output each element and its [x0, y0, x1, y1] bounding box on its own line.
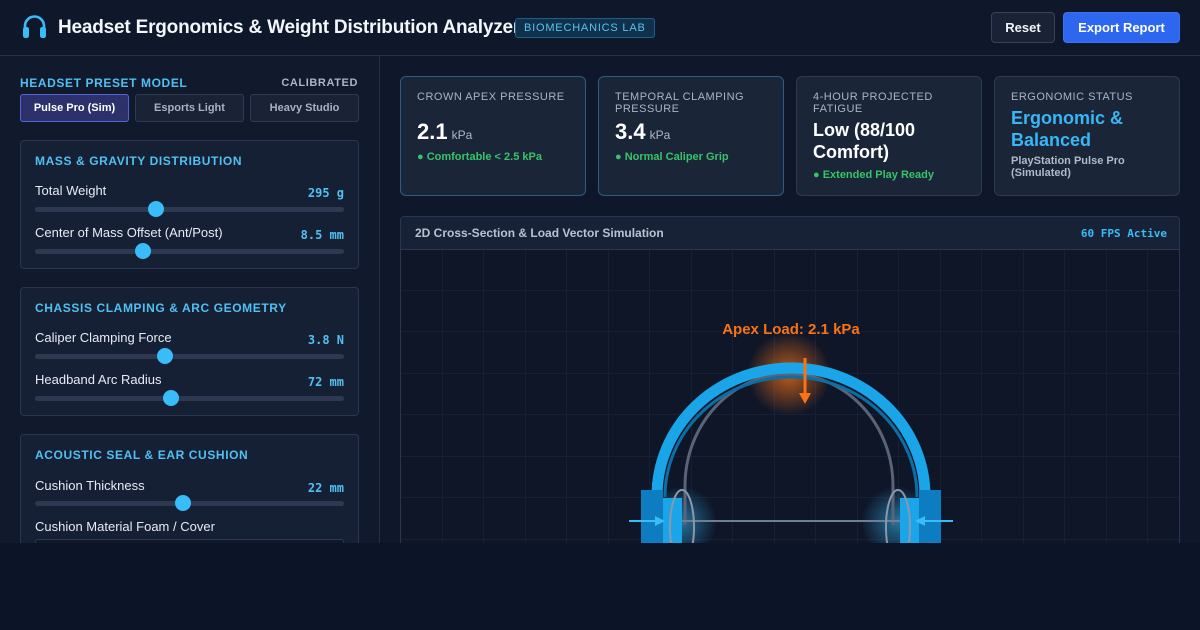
cushion-thickness-label: Cushion Thickness — [35, 478, 145, 493]
total-weight-slider[interactable] — [35, 201, 344, 217]
fatigue-note: ● Extended Play Ready — [813, 169, 934, 181]
card-label: 4-HOUR PROJECTED FATIGUE — [813, 91, 933, 115]
cushion-material-label: Cushion Material Foam / Cover — [35, 519, 215, 534]
total-weight-label: Total Weight — [35, 183, 107, 198]
cushion-thickness-value: 22 mm — [307, 481, 344, 495]
ergonomic-status-model: PlayStation Pulse Pro (Simulated) — [1011, 155, 1125, 179]
headphones-icon — [23, 15, 46, 38]
top-header: Headset Ergonomics & Weight Distribution… — [0, 0, 1200, 56]
cushion-thickness-slider-thumb[interactable] — [175, 495, 192, 511]
fatigue-value: Low (88/100 Comfort) — [813, 120, 916, 162]
control-sidebar: HEADSET PRESET MODEL CALIBRATED Pulse Pr… — [0, 56, 380, 543]
simulation-header: 2D Cross-Section & Load Vector Simulatio… — [401, 217, 1179, 250]
clamping-force-value: 3.8 N — [307, 333, 344, 347]
reset-button[interactable]: Reset — [991, 12, 1055, 43]
fps-indicator: 60 FPS Active — [1080, 227, 1167, 240]
arc-radius-value: 72 mm — [307, 375, 344, 389]
center-of-mass-slider[interactable] — [35, 243, 344, 259]
temporal-pressure-card: TEMPORAL CLAMPING PRESSURE 3.4 kPa ● Norm… — [598, 76, 784, 196]
panel-title: ACOUSTIC SEAL & EAR CUSHION — [35, 448, 249, 462]
panel-title: CHASSIS CLAMPING & ARC GEOMETRY — [35, 301, 287, 315]
unit-label: kPa — [451, 128, 473, 142]
cushion-material-select[interactable] — [35, 539, 344, 543]
preset-heavy-studio-button[interactable]: Heavy Studio — [250, 94, 359, 122]
card-label: ERGONOMIC STATUS — [1011, 91, 1133, 103]
center-of-mass-label: Center of Mass Offset (Ant/Post) — [35, 225, 223, 240]
lab-badge: BIOMECHANICS LAB — [515, 18, 655, 38]
acoustic-seal-panel: ACOUSTIC SEAL & EAR CUSHION Cushion Thic… — [20, 434, 359, 543]
clamping-force-slider-thumb[interactable] — [156, 348, 173, 364]
calibrated-status: CALIBRATED — [281, 77, 358, 89]
simulation-panel: 2D Cross-Section & Load Vector Simulatio… — [400, 216, 1180, 543]
crown-pressure-value: 2.1 kPa — [417, 119, 473, 144]
clamping-force-label: Caliper Clamping Force — [35, 330, 172, 345]
chassis-clamping-panel: CHASSIS CLAMPING & ARC GEOMETRY Caliper … — [20, 287, 359, 416]
temporal-pressure-note: ● Normal Caliper Grip — [615, 151, 729, 163]
center-of-mass-slider-thumb[interactable] — [135, 243, 152, 259]
page-title: Headset Ergonomics & Weight Distribution… — [58, 17, 521, 38]
mass-gravity-panel: MASS & GRAVITY DISTRIBUTION Total Weight… — [20, 140, 359, 269]
unit-label: kPa — [649, 128, 671, 142]
arc-radius-slider[interactable] — [35, 390, 344, 406]
app-window: Headset Ergonomics & Weight Distribution… — [0, 0, 1200, 543]
preset-pulse-pro-button[interactable]: Pulse Pro (Sim) — [20, 94, 129, 122]
arc-radius-label: Headband Arc Radius — [35, 372, 162, 387]
export-report-button[interactable]: Export Report — [1063, 12, 1180, 43]
crown-pressure-card: CROWN APEX PRESSURE 2.1 kPa ● Comfortable… — [400, 76, 586, 196]
preset-section-title: HEADSET PRESET MODEL — [20, 76, 188, 90]
ergonomic-status-card: ERGONOMIC STATUS Ergonomic & Balanced Pl… — [994, 76, 1180, 196]
arc-radius-slider-thumb[interactable] — [162, 390, 179, 406]
total-weight-value: 295 g — [307, 186, 344, 200]
ergonomic-status-value: Ergonomic & Balanced — [1011, 108, 1124, 150]
simulation-title: 2D Cross-Section & Load Vector Simulatio… — [415, 226, 664, 240]
simulation-canvas[interactable]: Apex Load: 2.1 kPa — [401, 250, 1180, 543]
cushion-thickness-slider[interactable] — [35, 495, 344, 511]
crown-pressure-note: ● Comfortable < 2.5 kPa — [417, 151, 542, 163]
preset-esports-light-button[interactable]: Esports Light — [135, 94, 244, 122]
fatigue-card: 4-HOUR PROJECTED FATIGUE Low (88/100 Com… — [796, 76, 982, 196]
left-ear-cup[interactable] — [641, 490, 663, 543]
clamping-force-slider[interactable] — [35, 348, 344, 364]
panel-title: MASS & GRAVITY DISTRIBUTION — [35, 154, 243, 168]
center-of-mass-value: 8.5 mm — [300, 228, 344, 242]
right-ear-cup[interactable] — [919, 490, 941, 543]
card-label: TEMPORAL CLAMPING PRESSURE — [615, 91, 745, 115]
apex-load-label: Apex Load: 2.1 kPa — [722, 321, 860, 338]
card-label: CROWN APEX PRESSURE — [417, 91, 565, 103]
total-weight-slider-thumb[interactable] — [147, 201, 164, 217]
temporal-pressure-value: 3.4 kPa — [615, 119, 671, 144]
